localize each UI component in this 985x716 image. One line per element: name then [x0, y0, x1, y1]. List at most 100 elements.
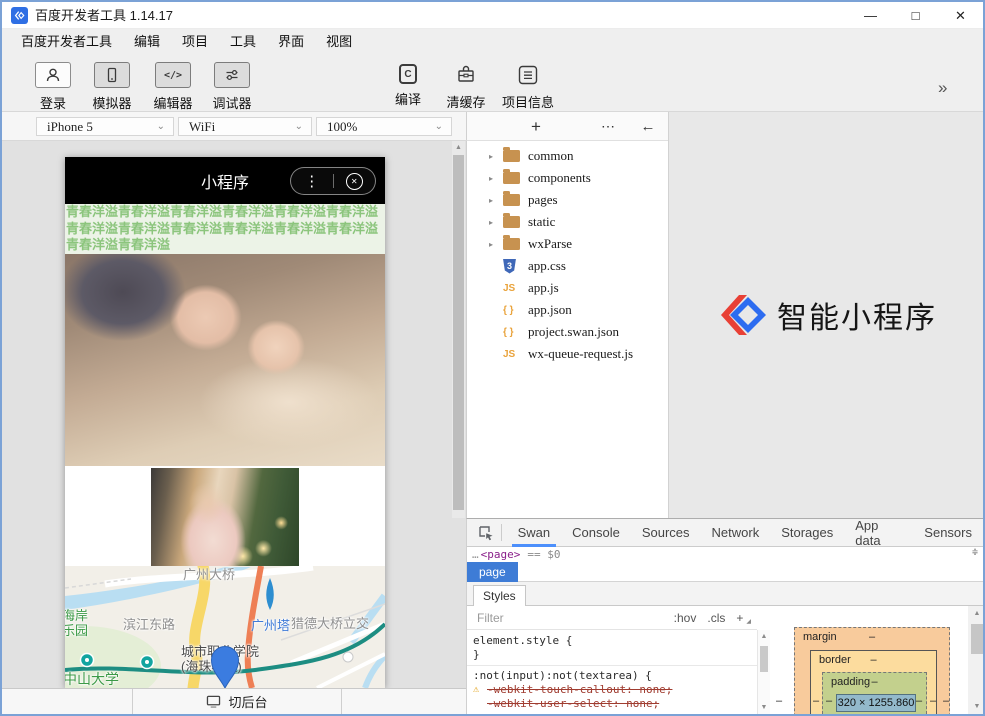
- tab-styles[interactable]: Styles: [473, 585, 526, 606]
- rule-element-style-open[interactable]: element.style {: [473, 634, 757, 648]
- folder-icon: [503, 216, 520, 228]
- compile-icon: C: [399, 64, 417, 84]
- breadcrumb-page[interactable]: page: [467, 562, 518, 582]
- expander-icon[interactable]: ▸: [489, 240, 503, 249]
- window-title: 百度开发者工具 1.14.17: [35, 2, 173, 29]
- tab-console[interactable]: Console: [561, 519, 631, 547]
- tree-folder-wxparse[interactable]: ▸ wxParse: [467, 233, 668, 255]
- tree-folder-common[interactable]: ▸ common: [467, 145, 668, 167]
- menu-edit[interactable]: 编辑: [123, 29, 171, 54]
- css-file-icon: 3: [503, 259, 516, 274]
- tab-storages[interactable]: Storages: [770, 519, 844, 547]
- expander-icon[interactable]: ▸: [489, 218, 503, 227]
- close-button[interactable]: ✕: [938, 2, 983, 29]
- maximize-button[interactable]: □: [893, 2, 938, 29]
- minimize-button[interactable]: —: [848, 2, 893, 29]
- scroll-up-icon[interactable]: ▲: [758, 633, 770, 640]
- tab-sources[interactable]: Sources: [631, 519, 701, 547]
- switch-background-label: 切后台: [228, 692, 267, 711]
- menu-interface[interactable]: 界面: [267, 29, 315, 54]
- rule-not-input-selector[interactable]: :not(input):not(textarea) {: [473, 669, 757, 683]
- element-breadcrumb: page: [467, 562, 983, 582]
- tab-swan[interactable]: Swan: [507, 519, 562, 547]
- clear-cache-button[interactable]: 清缓存: [436, 62, 496, 111]
- compile-button[interactable]: C 编译: [382, 62, 434, 108]
- expander-icon[interactable]: ▸: [489, 174, 503, 183]
- styles-filter-input[interactable]: [467, 611, 577, 625]
- css-property-row[interactable]: -webkit-user-select: none;: [473, 697, 757, 711]
- scroll-up-icon[interactable]: ▲: [968, 610, 985, 617]
- title-bar: 百度开发者工具 1.14.17 — □ ✕: [2, 2, 983, 29]
- collapse-panel-button[interactable]: ←: [635, 112, 661, 141]
- tree-folder-pages[interactable]: ▸ pages: [467, 189, 668, 211]
- menu-project[interactable]: 项目: [171, 29, 219, 54]
- scroll-up-icon[interactable]: ▲: [452, 144, 465, 151]
- menu-dots-button[interactable]: ⋮: [291, 168, 333, 194]
- photo-children[interactable]: [65, 254, 385, 466]
- menu-view[interactable]: 视图: [315, 29, 363, 54]
- box-model-padding[interactable]: padding – 320 × 1255.860: [822, 672, 927, 714]
- folder-icon: [503, 238, 520, 250]
- scroll-down-icon[interactable]: ▼: [758, 704, 770, 711]
- switch-background-button[interactable]: 切后台: [132, 689, 342, 714]
- css-property-user-select[interactable]: -webkit-user-select: none;: [487, 697, 659, 710]
- debugger-toggle-button[interactable]: 调试器: [202, 62, 262, 112]
- list-lines-icon: [517, 64, 539, 86]
- expander-icon[interactable]: ▸: [489, 196, 503, 205]
- tree-file-wxqueuerequestjs[interactable]: JS wx-queue-request.js: [467, 343, 668, 365]
- tab-appdata[interactable]: App data: [844, 519, 913, 547]
- tab-network[interactable]: Network: [701, 519, 771, 547]
- map-view[interactable]: 广州大桥 滨江东路 广州塔 猎德大桥立交 城市职业学院 (海珠校区) 海岸 乐园…: [65, 566, 385, 688]
- simulator-toggle-button[interactable]: 模拟器: [82, 62, 142, 112]
- toggle-hover-state[interactable]: :hov: [674, 611, 697, 625]
- file-tree-panel: ▸ common ▸ components ▸ pages ▸ static ▸…: [466, 141, 668, 518]
- zoom-select[interactable]: 100% ⌄: [316, 117, 452, 136]
- scrollbar-thumb[interactable]: [760, 646, 768, 672]
- element-tree-row[interactable]: … <page> == $0 ≑: [467, 547, 983, 562]
- menu-tools[interactable]: 工具: [219, 29, 267, 54]
- chevron-down-icon: ⌄: [435, 121, 443, 132]
- new-style-rule-button[interactable]: +: [736, 611, 743, 625]
- expander-icon[interactable]: ▸: [489, 152, 503, 161]
- close-mini-program-button[interactable]: ✕: [334, 168, 376, 194]
- box-model-content[interactable]: 320 × 1255.860: [836, 694, 916, 712]
- photo-girl-christmas[interactable]: [151, 468, 299, 566]
- scrollbar-thumb[interactable]: [971, 624, 983, 654]
- more-options-button[interactable]: ⋯: [595, 112, 621, 141]
- network-select[interactable]: WiFi ⌄: [178, 117, 312, 136]
- selected-element-tag[interactable]: <page>: [481, 548, 521, 561]
- tree-file-appjson[interactable]: { } app.json: [467, 299, 668, 321]
- css-property-touch-callout[interactable]: -webkit-touch-callout: none;: [487, 683, 672, 696]
- inspect-element-button[interactable]: [475, 520, 497, 546]
- tree-folder-components[interactable]: ▸ components: [467, 167, 668, 189]
- menu-app[interactable]: 百度开发者工具: [10, 29, 123, 54]
- tree-file-projectswanjson[interactable]: { } project.swan.json: [467, 321, 668, 343]
- project-info-button[interactable]: 项目信息: [498, 62, 558, 111]
- scrollbar-thumb[interactable]: [453, 155, 464, 510]
- login-button[interactable]: 登录: [23, 62, 83, 112]
- box-model-scrollbar[interactable]: ▲ ▼: [968, 606, 985, 714]
- js-file-icon: JS: [503, 283, 515, 294]
- zoom-value: 100%: [327, 119, 357, 135]
- map-label-tower: 广州塔: [251, 615, 290, 634]
- capsule-menu: ⋮ ✕: [290, 167, 376, 195]
- css-property-row[interactable]: ⚠ -webkit-touch-callout: none;: [473, 683, 757, 697]
- device-select[interactable]: iPhone 5 ⌄: [36, 117, 174, 136]
- compile-label: 编译: [382, 89, 434, 108]
- add-file-button[interactable]: +: [523, 112, 549, 141]
- styles-scrollbar[interactable]: ▲ ▼: [757, 630, 770, 714]
- toolbar-overflow-button[interactable]: »: [938, 78, 947, 98]
- editor-toggle-button[interactable]: </> 编辑器: [143, 62, 203, 112]
- tree-file-appcss[interactable]: 3 app.css: [467, 255, 668, 277]
- scroll-adjust-icon[interactable]: ≑: [972, 547, 978, 558]
- inspect-cursor-icon: [478, 525, 494, 541]
- toggle-class[interactable]: .cls: [707, 611, 725, 625]
- tree-file-appjs[interactable]: JS app.js: [467, 277, 668, 299]
- mini-program-navbar: 小程序 ⋮ ✕: [65, 157, 385, 204]
- tree-folder-static[interactable]: ▸ static: [467, 211, 668, 233]
- marquee-text[interactable]: 青春洋溢青春洋溢青春洋溢青春洋溢青春洋溢青春洋溢青春洋溢青春洋溢青春洋溢青春洋溢…: [65, 204, 385, 254]
- tab-sensors[interactable]: Sensors: [913, 519, 983, 547]
- debugger-label: 调试器: [202, 93, 262, 112]
- scroll-down-icon[interactable]: ▼: [968, 703, 985, 710]
- simulator-scrollbar[interactable]: ▲: [452, 141, 465, 518]
